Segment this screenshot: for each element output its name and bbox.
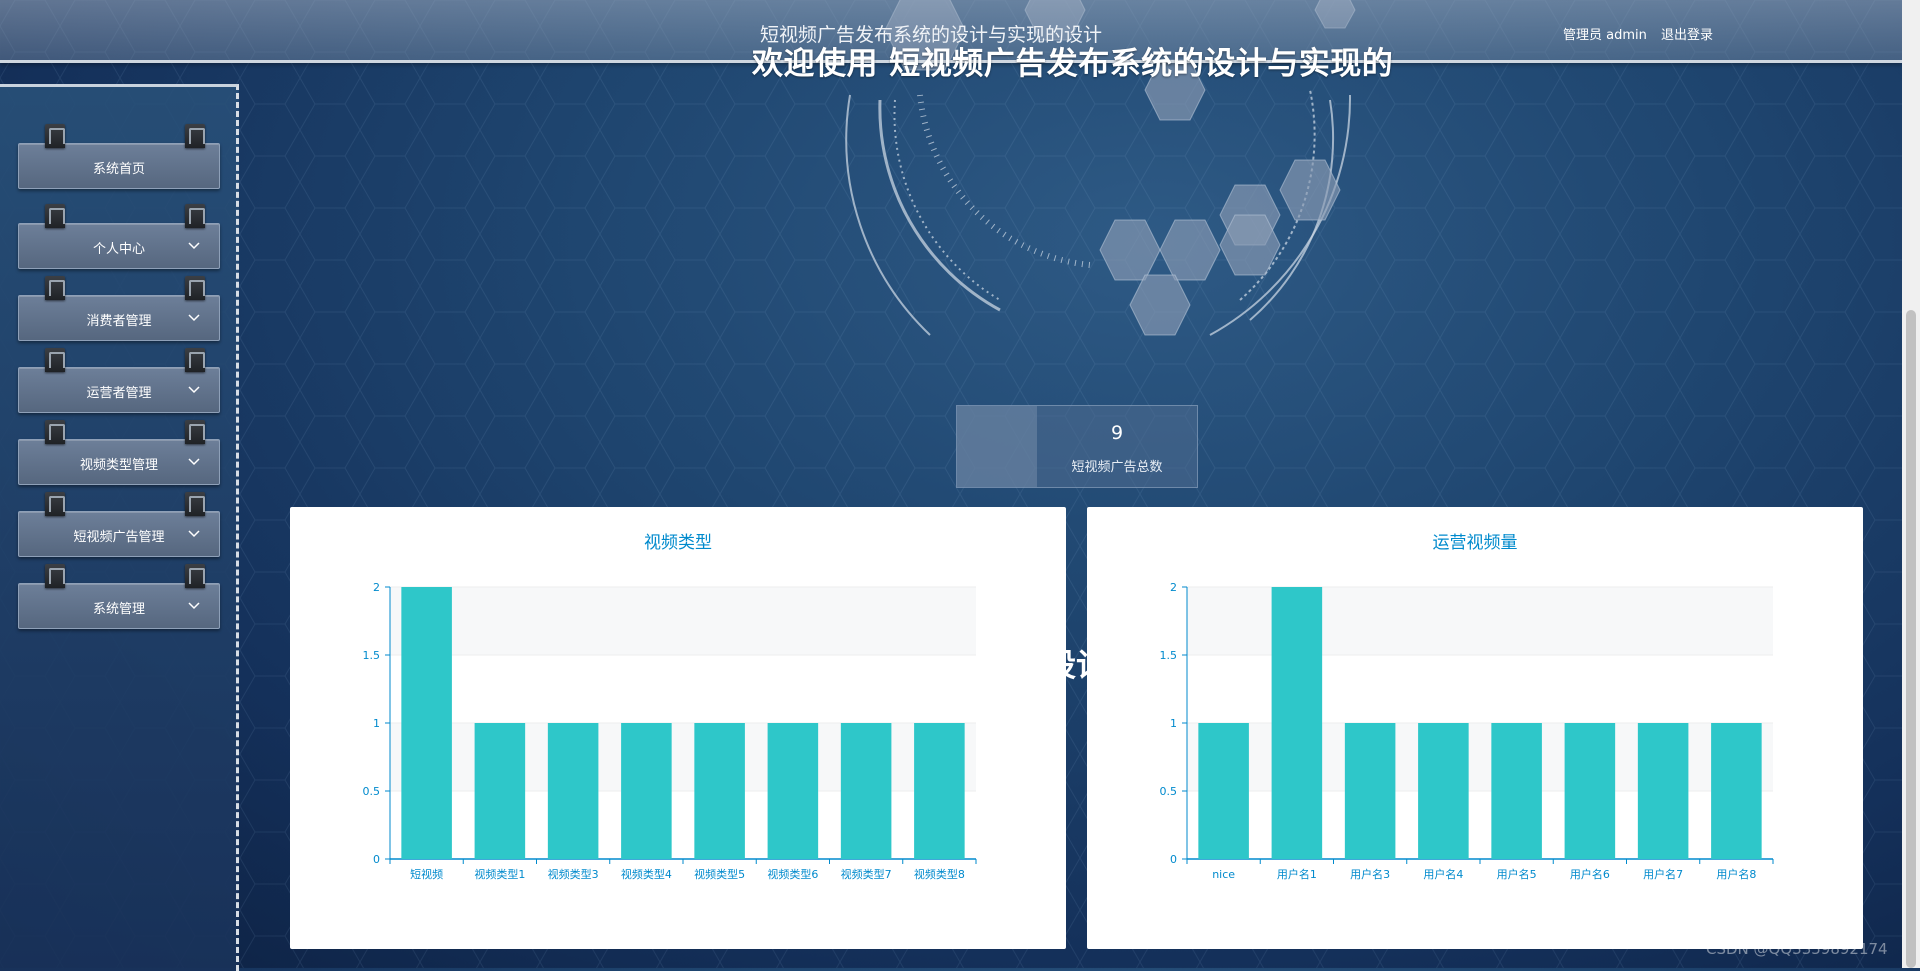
x-tick-label: nice [1212,868,1235,881]
x-tick-label: 短视频 [410,867,443,881]
x-tick-label: 视频类型5 [694,867,745,881]
x-tick-label: 视频类型8 [914,867,965,881]
bar[interactable] [1271,587,1323,859]
chevron-down-icon [188,458,200,466]
y-tick-label: 1 [1170,717,1177,730]
y-tick-label: 1.5 [363,649,381,662]
sidebar-item-consumer-management[interactable]: 消费者管理 [18,276,220,341]
chevron-down-icon [188,242,200,250]
x-tick-label: 用户名4 [1423,867,1463,881]
bar[interactable] [401,587,452,859]
stat-label: 短视频广告总数 [1071,460,1163,475]
bar[interactable] [1198,723,1249,859]
bar[interactable] [840,723,892,859]
chevron-down-icon [188,602,200,610]
x-tick-label: 视频类型4 [621,867,672,881]
sidebar-item-system-management[interactable]: 系统管理 [18,564,220,629]
chart-panel-operator-videos: 运营视频量 0 0.5 1 1.5 2 nice 用户名1 用户名3 用户名4 用户名5 用户名6 用户… [1087,507,1863,949]
sidebar: 系统首页 个人中心 消费者管理 运营者管理 视频类型管理 短视频广告管理 系统管… [0,84,239,971]
page-scrollbar[interactable] [1902,0,1920,968]
stat-value: 9 [1110,422,1124,444]
binder-clip-icon [185,204,205,228]
bar[interactable] [767,723,819,859]
binder-clip-icon [185,420,205,444]
grid-band [390,655,976,723]
bar-chart-video-type: 视频类型 0 0.5 1 1.5 2 短视频 视频类型1 视频类型3 视频类型4 视频类型5 视频类型… [363,533,977,881]
bar[interactable] [1491,723,1542,859]
binder-clip-icon [185,564,205,588]
binder-clip-icon [45,124,65,148]
sidebar-item-operator-management[interactable]: 运营者管理 [18,348,220,413]
x-tick-label: 视频类型6 [767,867,818,881]
x-tick-label: 用户名7 [1643,867,1683,881]
binder-clip-icon [45,204,65,228]
x-tick-label: 视频类型7 [841,867,892,881]
sidebar-item-personal-center[interactable]: 个人中心 [18,204,220,269]
binder-clip-icon [185,348,205,372]
grid-band [390,587,976,655]
x-tick-label: 视频类型1 [474,867,525,881]
user-area: 管理员 admin 退出登录 [1563,24,1719,43]
chevron-down-icon [188,530,200,538]
sidebar-item-video-type-management[interactable]: 视频类型管理 [18,420,220,485]
logout-link[interactable]: 退出登录 [1661,28,1713,43]
bar[interactable] [694,723,745,859]
y-tick-label: 2 [1170,581,1177,594]
x-tick-label: 用户名6 [1570,867,1610,881]
x-tick-label: 视频类型3 [548,867,599,881]
chart-title: 视频类型 [644,533,712,553]
y-tick-label: 0 [373,853,380,866]
binder-clip-icon [185,124,205,148]
binder-clip-icon [45,492,65,516]
bar[interactable] [621,723,672,859]
binder-clip-icon [45,420,65,444]
sidebar-item-home[interactable]: 系统首页 [18,124,220,189]
chart-panel-video-type: 视频类型 0 0.5 1 1.5 2 短视频 视频类型1 视频类型3 视频类型4 视频类型5 视频类型… [290,507,1066,949]
y-tick-label: 0.5 [1160,785,1178,798]
x-tick-label: 用户名1 [1277,867,1317,881]
binder-clip-icon [45,276,65,300]
y-tick-label: 0.5 [363,785,381,798]
sidebar-item-label: 系统首页 [92,162,145,177]
y-tick-label: 1.5 [1160,649,1178,662]
y-tick-label: 1 [373,717,380,730]
watermark: CSDN @QQ3359892174 [1706,940,1888,958]
admin-user-label: 管理员 admin [1563,28,1647,43]
y-tick-label: 0 [1170,853,1177,866]
y-tick-label: 2 [373,581,380,594]
chevron-down-icon [188,386,200,394]
sidebar-item-ad-management[interactable]: 短视频广告管理 [18,492,220,557]
bar-chart-operator-videos: 运营视频量 0 0.5 1 1.5 2 nice 用户名1 用户名3 用户名4 用户名5 用户名6 用户… [1160,533,1774,881]
binder-clip-icon [45,348,65,372]
bar[interactable] [1564,723,1616,859]
binder-clip-icon [45,564,65,588]
chevron-down-icon [188,314,200,322]
x-tick-label: 用户名5 [1497,867,1537,881]
chart-title: 运营视频量 [1433,533,1518,553]
welcome-banner: 欢迎使用 短视频广告发布系统的设计与实现的 [752,46,1394,82]
x-tick-label: 用户名8 [1716,867,1756,881]
bar[interactable] [474,723,526,859]
ad-total-stat-card: 9 短视频广告总数 [956,405,1198,488]
x-tick-label: 用户名3 [1350,867,1390,881]
bar[interactable] [1637,723,1689,859]
bar[interactable] [1344,723,1396,859]
bar[interactable] [547,723,599,859]
bar[interactable] [1711,723,1762,859]
bar[interactable] [1418,723,1469,859]
binder-clip-icon [185,492,205,516]
stat-icon-box [957,406,1037,487]
scrollbar-thumb[interactable] [1906,310,1916,968]
binder-clip-icon [185,276,205,300]
bar[interactable] [914,723,965,859]
